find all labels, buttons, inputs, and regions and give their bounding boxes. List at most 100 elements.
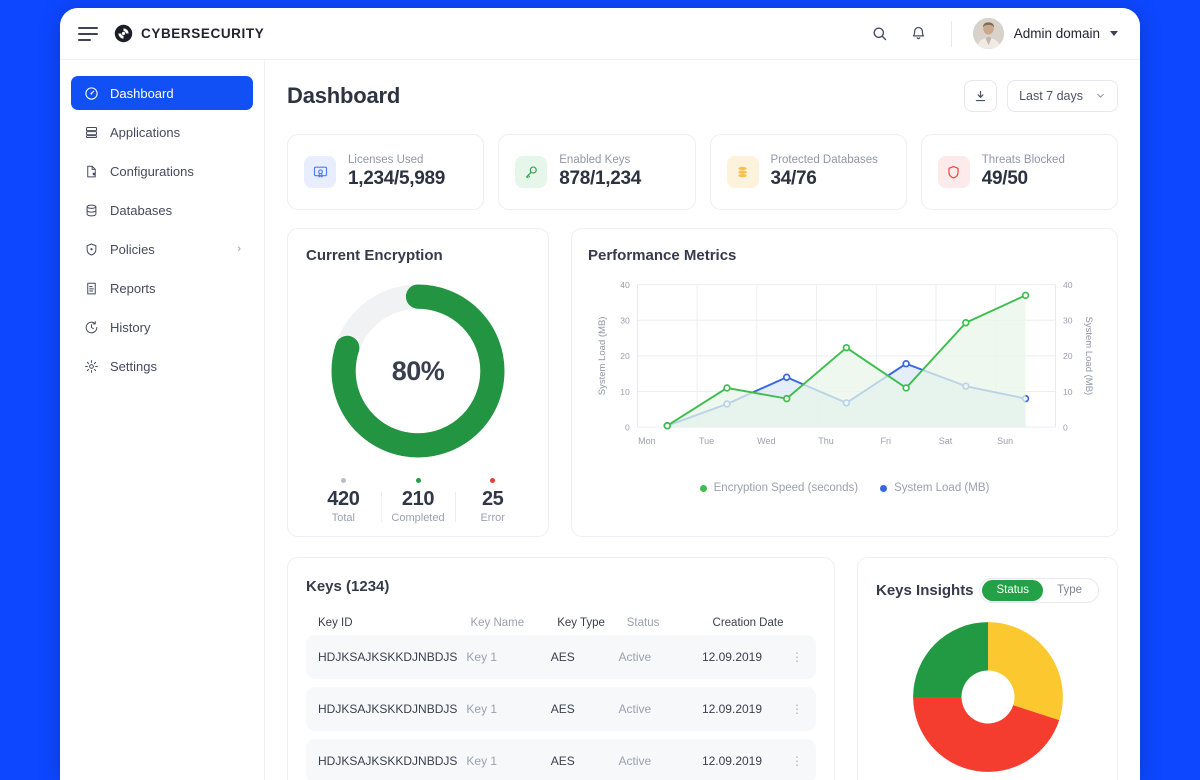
stat-value: 210 [401, 488, 435, 510]
svg-text:10: 10 [1063, 387, 1073, 397]
svg-text:Thu: Thu [818, 436, 834, 446]
svg-text:30: 30 [1063, 316, 1073, 326]
encryption-percent: 80% [391, 355, 445, 386]
database-stack-icon [726, 156, 759, 188]
keys-insights-card: Keys Insights Status Type [857, 557, 1118, 780]
clock-icon [83, 319, 99, 335]
stat-card-protected-databases[interactable]: Protected Databases 34/76 [709, 134, 907, 210]
sidebar-item-applications[interactable]: Applications [71, 115, 253, 149]
download-icon[interactable] [964, 80, 998, 112]
app-window: CYBERSECURITY Admin domain Dashboard App… [60, 8, 1140, 780]
gauge-icon [83, 85, 99, 101]
svg-text:20: 20 [620, 351, 630, 361]
date-range-select[interactable]: Last 7 days [1007, 80, 1118, 112]
legend-item-system-load: System Load (MB) [880, 482, 989, 494]
svg-text:Wed: Wed [757, 436, 775, 446]
license-certificate-icon [304, 156, 336, 188]
cell-key-name: Key 1 [466, 650, 498, 664]
stat-label: Licenses Used [348, 154, 424, 166]
cell-key-id: HDJKSAJKSKKDJNBDJS [318, 650, 458, 664]
sidebar-item-label: Configurations [110, 163, 194, 179]
status-dot [490, 478, 496, 483]
brand[interactable]: CYBERSECURITY [114, 24, 264, 43]
sidebar-item-label: Policies [110, 241, 155, 257]
sidebar-item-history[interactable]: History [71, 310, 253, 344]
cell-key-type: AES [550, 754, 575, 768]
toggle-option-type[interactable]: Type [1043, 580, 1096, 601]
cell-key-id: HDJKSAJKSKKDJNBDJS [318, 754, 458, 768]
bottom-row: Keys (1234) Key ID Key Name Key Type Sta… [287, 557, 1118, 780]
legend-item-encryption-speed: Encryption Speed (seconds) [699, 482, 859, 494]
stat-caption: Error [480, 512, 505, 524]
sidebar-item-label: Applications [110, 124, 181, 140]
notification-bell-icon[interactable] [908, 23, 930, 45]
svg-text:0: 0 [625, 422, 630, 432]
svg-text:System Load (MB): System Load (MB) [597, 317, 608, 396]
toggle-option-status[interactable]: Status [982, 580, 1044, 601]
legend-label: Encryption Speed (seconds) [713, 482, 859, 494]
sidebar-item-databases[interactable]: Databases [71, 193, 253, 227]
search-icon[interactable] [869, 23, 891, 45]
stat-label: Threats Blocked [981, 154, 1065, 166]
encryption-stat-error: 25 Error [455, 478, 530, 524]
stat-card-licenses-used[interactable]: Licenses Used 1,234/5,989 [287, 134, 485, 210]
svg-text:30: 30 [620, 316, 630, 326]
hamburger-icon[interactable] [78, 26, 98, 41]
svg-text:10: 10 [620, 387, 630, 397]
server-icon [83, 124, 99, 140]
sidebar-item-label: Settings [110, 358, 157, 374]
sidebar-item-reports[interactable]: Reports [71, 271, 253, 305]
gear-icon [83, 358, 99, 374]
stat-card-threats-blocked[interactable]: Threats Blocked 49/50 [920, 134, 1118, 210]
chart-legend: Encryption Speed (seconds) System Load (… [588, 482, 1101, 494]
pie-slice[interactable] [987, 622, 1063, 721]
card-title: Keys Insights [876, 582, 974, 599]
user-menu[interactable]: Admin domain [972, 18, 1118, 49]
sidebar-item-label: History [110, 319, 151, 335]
insights-toggle[interactable]: Status Type [979, 578, 1099, 603]
kebab-menu-icon[interactable]: ⋮ [791, 702, 804, 716]
cell-status: Active [618, 754, 652, 768]
svg-text:Tue: Tue [699, 436, 714, 446]
svg-text:40: 40 [620, 280, 630, 290]
svg-text:40: 40 [1063, 280, 1073, 290]
user-name: Admin domain [1013, 26, 1100, 41]
sidebar-item-settings[interactable]: Settings [71, 349, 253, 383]
user-avatar [972, 18, 1004, 49]
column-header-key-id: Key ID [318, 617, 353, 629]
table-row[interactable]: HDJKSAJKSKKDJNBDJS Key 1 AES Active 12.0… [306, 687, 816, 731]
kebab-menu-icon[interactable]: ⋮ [791, 754, 804, 768]
table-row[interactable]: HDJKSAJKSKKDJNBDJS Key 1 AES Active 12.0… [306, 739, 816, 780]
svg-text:Fri: Fri [880, 436, 891, 446]
encryption-stat-total: 420 Total [306, 478, 381, 524]
shield-alert-icon [937, 156, 970, 188]
table-row[interactable]: HDJKSAJKSKKDJNBDJS Key 1 AES Active 12.0… [306, 635, 816, 679]
top-bar-actions: Admin domain [869, 18, 1118, 49]
stat-value: 420 [327, 488, 360, 510]
page-actions: Last 7 days [964, 80, 1118, 112]
stat-value: 878/1,234 [559, 168, 642, 189]
svg-text:Sat: Sat [939, 436, 953, 446]
key-icon [515, 156, 548, 188]
sidebar-item-label: Dashboard [110, 85, 174, 101]
cell-status: Active [618, 650, 652, 664]
pie-slice[interactable] [912, 622, 988, 697]
svg-text:Mon: Mon [638, 436, 656, 446]
sidebar-item-configurations[interactable]: Configurations [71, 154, 253, 188]
stat-card-enabled-keys[interactable]: Enabled Keys 878/1,234 [498, 134, 696, 210]
performance-line-chart: 0 0 10 10 20 20 30 30 40 40 Mon Tue Wed Thu Fri Sat Sun S… [597, 280, 1094, 446]
top-bar: CYBERSECURITY Admin domain [60, 8, 1140, 60]
shield-swirl-icon [114, 24, 133, 43]
svg-text:0: 0 [1063, 422, 1068, 432]
stat-label: Protected Databases [770, 154, 878, 166]
column-header-key-type: Key Type [557, 617, 605, 629]
sidebar-item-policies[interactable]: Policies › [71, 232, 253, 266]
svg-text:20: 20 [1063, 351, 1073, 361]
sidebar-item-dashboard[interactable]: Dashboard [71, 76, 253, 110]
kebab-menu-icon[interactable]: ⋮ [791, 650, 804, 664]
file-gear-icon [83, 163, 99, 179]
page-header: Dashboard Last 7 days [287, 80, 1118, 112]
legend-dot [880, 484, 888, 492]
cell-creation-date: 12.09.2019 [701, 754, 763, 768]
insights-header: Keys Insights Status Type [876, 578, 1099, 603]
